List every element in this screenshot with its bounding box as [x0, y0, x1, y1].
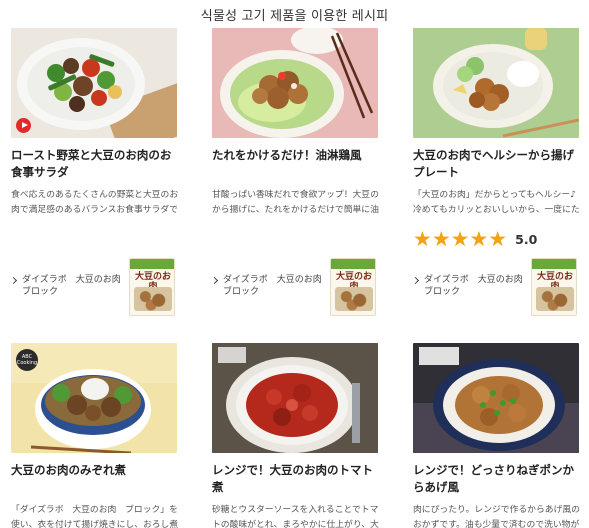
- recipe-card[interactable]: ロースト野菜と大豆のお肉のお食事サラダ 食べ応えのあるたくさんの野菜と大豆のお肉…: [9, 28, 179, 316]
- rating: ★★★★★ 5.0: [413, 228, 581, 250]
- recipe-description: 砂糖とウスターソースを入れることでトマトの酸味がとれ、まろやかに仕上がり、大豆.…: [212, 505, 379, 528]
- recipe-photo[interactable]: [413, 343, 579, 453]
- recipe-description: 「ダイズラボ 大豆のお肉 ブロック」を使い、衣を付けて揚げ焼きにし、おろし煮を作…: [11, 505, 179, 528]
- recipe-photo[interactable]: [11, 28, 177, 138]
- recipe-title[interactable]: 大豆のお肉のみぞれ煮: [11, 462, 179, 496]
- product-package-image[interactable]: 大豆のお肉: [129, 258, 175, 316]
- recipe-description: 肉にぴったり。レンジで作るからあげ風のおかずです。油も少量で済むので洗い物がラ.…: [413, 505, 580, 528]
- recipe-title[interactable]: たれをかけるだけ！油淋鶏風: [212, 147, 380, 181]
- recipe-description: 食べ応えのあるたくさんの野菜と大豆のお肉で満足感のあるバランスお食事サラダです: [11, 190, 179, 215]
- recipe-photo[interactable]: ABC Cooking: [11, 343, 177, 453]
- recipe-card[interactable]: レンジで！大豆のお肉のトマト煮 砂糖とウスターソースを入れることでトマトの酸味が…: [212, 343, 380, 528]
- recipe-title[interactable]: レンジで！大豆のお肉のトマト煮: [212, 462, 380, 496]
- abc-cooking-logo: ABC Cooking: [16, 349, 38, 371]
- product-link-line-2[interactable]: ブロック: [413, 286, 523, 298]
- recipe-description: 甘酸っぱい香味だれで食欲アップ！大豆のから揚げに、たれをかけるだけで簡単に油淋.…: [212, 190, 379, 215]
- product-package-image[interactable]: 大豆のお肉: [330, 258, 376, 316]
- recipe-card[interactable]: 大豆のお肉でヘルシーから揚げプレート 「大豆のお肉」だからとってもヘルシー♪冷め…: [411, 28, 581, 316]
- recipe-photo[interactable]: [212, 343, 378, 453]
- recipe-title[interactable]: レンジで！どっさりねぎポンからあげ風: [413, 462, 581, 496]
- play-video-icon[interactable]: [16, 118, 31, 133]
- product-link-line-1[interactable]: ダイズラボ 大豆のお肉: [413, 274, 523, 286]
- product-link[interactable]: ダイズラボ 大豆のお肉 ブロック 大豆のお肉: [411, 258, 579, 316]
- page-title: 식물성 고기 제품을 이용한 레시피: [200, 9, 389, 24]
- recipe-title[interactable]: 大豆のお肉でヘルシーから揚げプレート: [413, 147, 581, 181]
- recipe-photo[interactable]: [413, 28, 579, 138]
- product-package-image[interactable]: 大豆のお肉: [531, 258, 577, 316]
- product-link[interactable]: ダイズラボ 大豆のお肉 ブロック 大豆のお肉: [9, 258, 177, 316]
- recipe-description: 「大豆のお肉」だからとってもヘルシー♪冷めてもカリッとおいしいから、一度にたくさ…: [413, 190, 580, 215]
- product-link-line-1[interactable]: ダイズラボ 大豆のお肉: [212, 274, 322, 286]
- recipe-card[interactable]: たれをかけるだけ！油淋鶏風 甘酸っぱい香味だれで食欲アップ！大豆のから揚げに、た…: [210, 28, 380, 316]
- recipe-title[interactable]: ロースト野菜と大豆のお肉のお食事サラダ: [11, 147, 179, 181]
- product-link-line-2[interactable]: ブロック: [11, 286, 121, 298]
- rating-stars: ★★★★★: [413, 227, 508, 251]
- recipe-card[interactable]: レンジで！どっさりねぎポンからあげ風 肉にぴったり。レンジで作るからあげ風のおか…: [413, 343, 581, 528]
- recipe-card[interactable]: ABC Cooking 大豆のお肉のみぞれ煮 「ダイズラボ 大豆のお肉 ブロック…: [11, 343, 179, 528]
- product-link-line-2[interactable]: ブロック: [212, 286, 322, 298]
- rating-score: 5.0: [515, 231, 538, 247]
- product-link-line-1[interactable]: ダイズラボ 大豆のお肉: [11, 274, 121, 286]
- recipe-photo[interactable]: [212, 28, 378, 138]
- product-link[interactable]: ダイズラボ 大豆のお肉 ブロック 大豆のお肉: [210, 258, 378, 316]
